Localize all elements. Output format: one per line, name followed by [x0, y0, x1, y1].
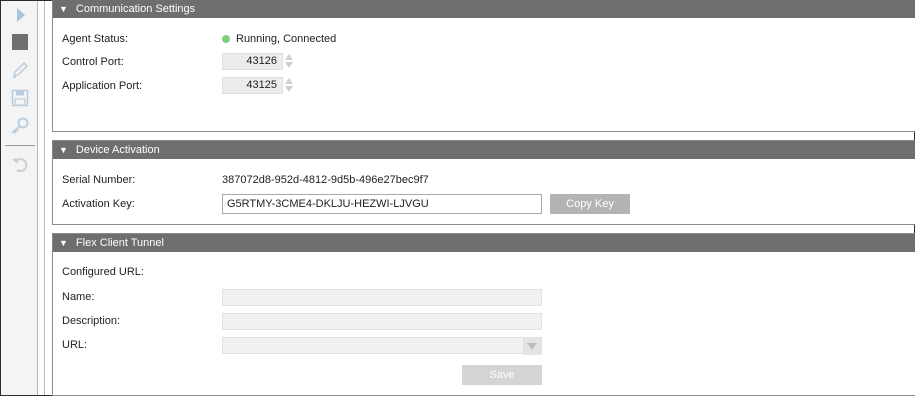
device-activation-header[interactable]: ▼ Device Activation [53, 141, 915, 159]
description-field[interactable] [222, 313, 542, 330]
save-button[interactable]: Save [462, 365, 542, 385]
name-field[interactable] [222, 289, 542, 306]
collapse-triangle-icon: ▼ [59, 145, 68, 155]
status-indicator-icon [222, 35, 230, 44]
section-title: Device Activation [75, 144, 160, 156]
name-label: Name: [62, 291, 95, 303]
control-port-input[interactable]: 43126 [222, 53, 283, 70]
flex-client-tunnel-header[interactable]: ▼ Flex Client Tunnel [53, 234, 915, 252]
communication-settings-header[interactable]: ▼ Communication Settings [53, 0, 915, 18]
url-label: URL: [62, 339, 88, 351]
collapse-triangle-icon: ▼ [59, 238, 68, 248]
save-icon[interactable] [9, 87, 31, 109]
play-icon[interactable] [9, 4, 31, 26]
toolbar-border [37, 1, 38, 395]
agent-status-label: Agent Status: [62, 33, 129, 45]
activation-key-field[interactable]: G5RTMY-3CME4-DKLJU-HEZWI-LJVGU [222, 194, 542, 214]
activation-key-label: Activation Key: [62, 198, 135, 210]
chevron-down-icon[interactable] [523, 338, 541, 355]
control-port-stepper[interactable] [284, 53, 294, 70]
application-port-label: Application Port: [62, 80, 143, 92]
edit-icon[interactable] [9, 59, 31, 81]
url-dropdown[interactable] [222, 337, 542, 355]
copy-key-button[interactable]: Copy Key [550, 194, 630, 214]
stepper-down-icon[interactable] [285, 62, 293, 68]
description-label: Description: [62, 315, 121, 327]
configured-url-label: Configured URL: [62, 266, 144, 278]
communication-settings-section: ▼ Communication Settings Agent Status: R… [52, 0, 915, 132]
stepper-down-icon[interactable] [285, 86, 293, 92]
agent-status-value: Running, Connected [222, 33, 336, 45]
stepper-up-icon[interactable] [285, 54, 293, 60]
control-port-label: Control Port: [62, 56, 124, 68]
toolbar-border-inner [44, 1, 45, 395]
flex-client-tunnel-section: ▼ Flex Client Tunnel Configured URL: Nam… [52, 233, 915, 396]
serial-number-value: 387072d8-952d-4812-9d5b-496e27bec9f7 [222, 174, 429, 186]
application-port-input[interactable]: 43125 [222, 77, 283, 94]
key-icon[interactable] [9, 115, 31, 137]
stepper-up-icon[interactable] [285, 78, 293, 84]
application-port-stepper[interactable] [284, 77, 294, 94]
agent-status-text: Running, Connected [236, 33, 337, 45]
serial-number-label: Serial Number: [62, 174, 136, 186]
collapse-triangle-icon: ▼ [59, 4, 68, 14]
section-title: Communication Settings [75, 3, 196, 15]
section-title: Flex Client Tunnel [75, 237, 164, 249]
undo-icon[interactable] [9, 153, 31, 175]
device-activation-section: ▼ Device Activation Serial Number: 38707… [52, 140, 915, 225]
stop-icon[interactable] [9, 31, 31, 53]
side-toolbar [1, 1, 37, 395]
toolbar-divider [5, 145, 35, 146]
